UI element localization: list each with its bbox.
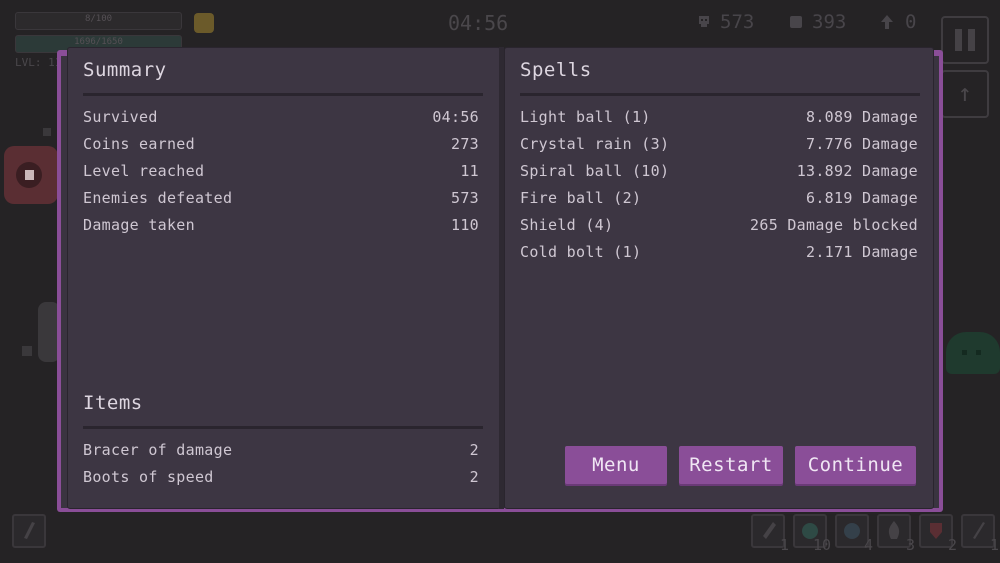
- items-title: Items: [83, 392, 143, 414]
- spell-slot-2[interactable]: 10: [793, 514, 831, 554]
- kills-count: 573: [720, 11, 755, 33]
- bolt-icon: [973, 522, 985, 539]
- spell-slot-3[interactable]: 4: [835, 514, 873, 554]
- coin-icon: [194, 13, 214, 33]
- summary-title: Summary: [83, 59, 167, 81]
- upgrades-count: 0: [905, 11, 917, 33]
- continue-button[interactable]: Continue: [795, 446, 916, 484]
- health-text: 8/100: [84, 14, 113, 24]
- spell-slot-4[interactable]: 3: [877, 514, 915, 554]
- spell-slot-1[interactable]: 1: [751, 514, 789, 554]
- enemy-sprite: [4, 146, 58, 204]
- feather-icon: [24, 522, 35, 539]
- game-timer: 04:56: [448, 11, 509, 35]
- coin-stack-icon: [790, 16, 802, 28]
- restart-button[interactable]: Restart: [679, 446, 783, 484]
- level-label: LVL: 11: [15, 56, 62, 69]
- summary-page: Summary Survived 04:56 Coins earned 273 …: [67, 47, 501, 509]
- spells-page: Spells Light ball (1) 8.089 Damage Cryst…: [504, 47, 934, 509]
- divider: [83, 93, 483, 96]
- shield-icon: [930, 523, 942, 539]
- spells-title: Spells: [520, 59, 592, 81]
- arrow-up-icon: [881, 15, 893, 29]
- divider: [83, 426, 483, 429]
- skull-icon: [699, 16, 709, 27]
- slime-sprite: [946, 332, 1000, 374]
- fire-icon: [888, 521, 900, 539]
- pause-icon: [955, 29, 962, 51]
- crystal-icon: [844, 523, 860, 539]
- ability-slot[interactable]: [12, 514, 46, 548]
- xp-text: 1696/1650: [74, 37, 123, 47]
- menu-button[interactable]: Menu: [565, 446, 667, 484]
- spell-slot-5[interactable]: 2: [919, 514, 957, 554]
- divider: [520, 93, 920, 96]
- spell-slot-6[interactable]: 1: [961, 514, 999, 554]
- health-bar: 8/100: [15, 12, 182, 30]
- dagger-icon: [763, 522, 776, 539]
- pause-button[interactable]: [941, 16, 989, 64]
- arrow-up-icon: ↑: [957, 79, 973, 107]
- coins-count: 393: [812, 11, 847, 33]
- upgrade-button[interactable]: ↑: [941, 70, 989, 118]
